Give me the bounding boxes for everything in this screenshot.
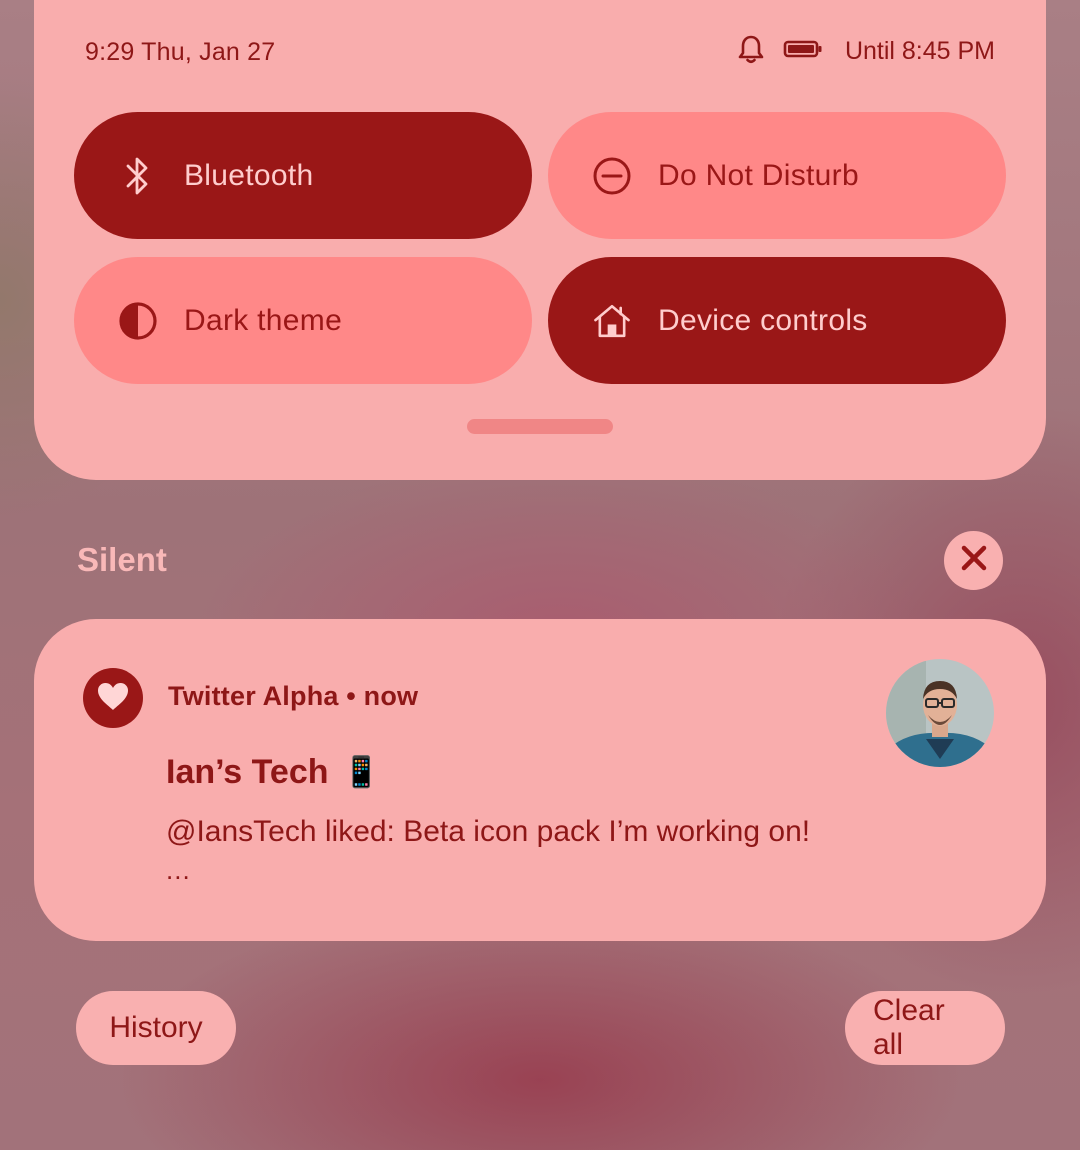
tile-dark-theme[interactable]: Dark theme (74, 257, 532, 384)
dismiss-silent-button[interactable] (944, 531, 1003, 590)
dark-theme-icon (118, 301, 158, 341)
notification-header: Twitter Alpha • now (168, 681, 418, 712)
history-button[interactable]: History (76, 991, 236, 1065)
tile-label: Do Not Disturb (658, 158, 859, 192)
tile-label: Dark theme (184, 303, 343, 337)
phone-emoji: 📱 (342, 756, 380, 789)
do-not-disturb-icon (592, 156, 632, 196)
notification-text: @IansTech liked: Beta icon pack I’m work… (166, 815, 811, 848)
notification-time: now (363, 681, 419, 711)
heart-icon (96, 681, 130, 716)
notification-app-name: Twitter Alpha (168, 681, 339, 711)
battery-icon (783, 39, 823, 64)
battery-until-text: Until 8:45 PM (844, 37, 995, 65)
tile-label: Bluetooth (184, 158, 314, 192)
notification-card[interactable]: Twitter Alpha • now Ian’s Tech 📱 @IansTe… (34, 619, 1046, 941)
quick-settings-panel: 9:29 Thu, Jan 27 Until 8:45 PM Bluetooth (34, 0, 1046, 480)
avatar (886, 659, 994, 767)
status-datetime: 9:29 Thu, Jan 27 (85, 38, 276, 66)
tile-device-controls[interactable]: Device controls (548, 257, 1006, 384)
tile-bluetooth[interactable]: Bluetooth (74, 112, 532, 239)
clear-all-button[interactable]: Clear all (845, 991, 1005, 1065)
notification-separator: • (338, 681, 364, 711)
bluetooth-icon (118, 156, 158, 196)
tile-do-not-disturb[interactable]: Do Not Disturb (548, 112, 1006, 239)
notification-title: Ian’s Tech 📱 (166, 753, 380, 792)
bell-icon (737, 34, 765, 69)
status-icons: Until 8:45 PM (737, 34, 995, 69)
app-icon (83, 668, 143, 728)
home-icon (592, 301, 632, 341)
tile-label: Device controls (658, 303, 868, 337)
notification-ellipsis: ... (166, 855, 191, 885)
notification-section-title: Silent (77, 541, 167, 578)
close-icon (960, 544, 988, 577)
panel-drag-handle[interactable] (467, 419, 613, 434)
notification-title-text: Ian’s Tech (166, 753, 329, 791)
